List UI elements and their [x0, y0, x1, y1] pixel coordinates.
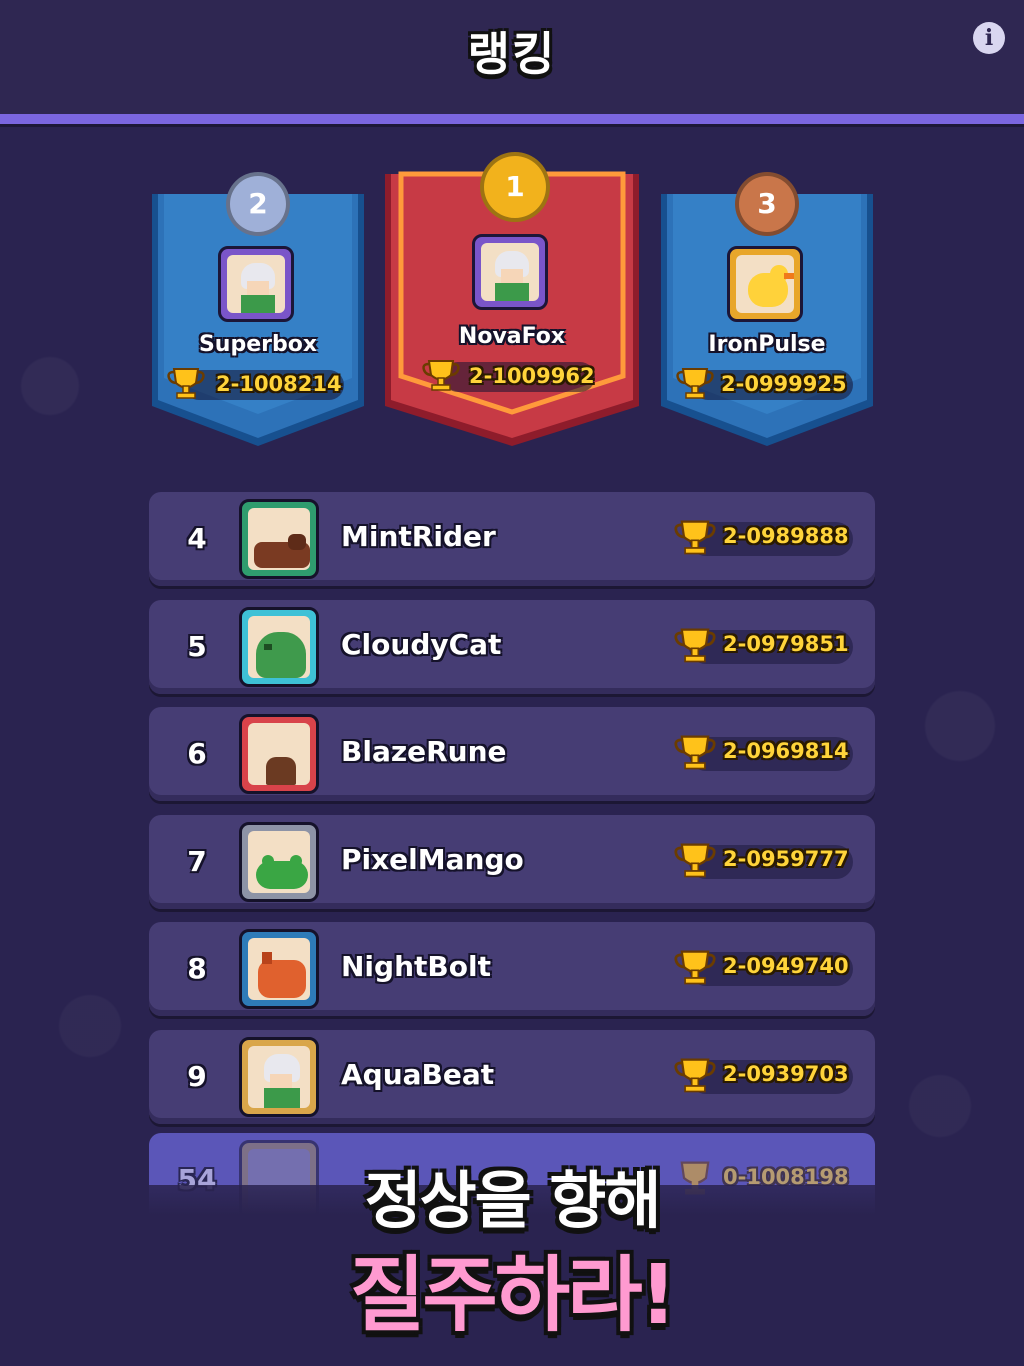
ranking-row[interactable]: 5 CloudyCat 2-0979851	[149, 600, 875, 694]
ranking-row[interactable]: 9 AquaBeat 2-0939703	[149, 1030, 875, 1124]
player-score: 2-1009962	[469, 364, 595, 388]
ranking-row[interactable]: 4 MintRider 2-0989888	[149, 492, 875, 586]
trophy-icon	[676, 368, 714, 399]
ranking-row[interactable]: 8 NightBolt 2-0949740	[149, 922, 875, 1016]
avatar-frame	[218, 246, 294, 322]
promo-line-1: 정상을 향해	[364, 1164, 662, 1237]
avatar-frame	[239, 499, 319, 579]
info-icon[interactable]: i	[973, 22, 1005, 54]
player-name: IronPulse	[708, 332, 826, 357]
silver-medal-icon: 2	[226, 172, 290, 236]
trophy-icon	[674, 520, 716, 555]
player-name: BlazeRune	[341, 735, 507, 768]
ranking-row[interactable]: 6 BlazeRune 2-0969814	[149, 707, 875, 801]
trophy-icon	[674, 1058, 716, 1093]
header-divider	[0, 114, 1024, 127]
player-name: NightBolt	[341, 950, 491, 983]
avatar-frame	[239, 607, 319, 687]
podium-first[interactable]: 1 NovaFox 2-1009962	[383, 152, 641, 448]
rank-number: 9	[187, 1060, 207, 1093]
top-bar: 랭킹 i	[0, 0, 1024, 114]
page-title: 랭킹	[467, 27, 557, 81]
player-score: 2-1008214	[216, 372, 342, 396]
player-name: NovaFox	[458, 324, 566, 349]
trophy-icon	[674, 628, 716, 663]
player-score: 2-0959777	[723, 847, 849, 871]
white-haired-archer-avatar	[481, 243, 539, 301]
player-score: 2-0999925	[721, 372, 847, 396]
rank-number: 8	[187, 952, 207, 985]
player-score: 2-0989888	[723, 524, 849, 548]
rank-number: 5	[187, 630, 207, 663]
player-name: AquaBeat	[341, 1058, 495, 1091]
rank-number: 6	[187, 737, 207, 770]
bronze-medal-icon: 3	[735, 172, 799, 236]
orange-boar-avatar	[248, 938, 310, 1000]
trophy-icon	[422, 360, 460, 391]
avatar-frame	[239, 714, 319, 794]
podium-third[interactable]: 3 IronPulse 2-0999925	[659, 172, 875, 448]
brown-bear-avatar	[248, 508, 310, 570]
podium-second[interactable]: 2 Superbox 2-1008214	[150, 172, 366, 448]
rank-number: 7	[187, 845, 207, 878]
trophy-icon	[674, 950, 716, 985]
avatar-frame	[239, 1037, 319, 1117]
player-score: 2-0979851	[723, 632, 849, 656]
yellow-chick-avatar	[736, 255, 794, 313]
player-name: CloudyCat	[341, 628, 502, 661]
green-slime-avatar	[248, 616, 310, 678]
player-score: 2-0939703	[723, 1062, 849, 1086]
green-frog-avatar	[248, 831, 310, 893]
player-score: 2-0949740	[723, 954, 849, 978]
white-haired-archer-avatar	[248, 1046, 310, 1108]
trophy-icon	[167, 368, 205, 399]
tree-stump-avatar	[248, 723, 310, 785]
player-name: PixelMango	[341, 843, 524, 876]
trophy-icon	[674, 843, 716, 878]
player-name: MintRider	[341, 520, 496, 553]
avatar-frame	[239, 929, 319, 1009]
avatar-frame	[472, 234, 548, 310]
white-haired-archer-avatar	[227, 255, 285, 313]
player-name: Superbox	[198, 332, 318, 357]
promo-line-2: 질주하라!	[349, 1248, 677, 1343]
trophy-icon	[674, 735, 716, 770]
player-score: 2-0969814	[723, 739, 849, 763]
gold-medal-icon: 1	[480, 152, 550, 222]
avatar-frame	[727, 246, 803, 322]
ranking-row[interactable]: 7 PixelMango 2-0959777	[149, 815, 875, 909]
avatar-frame	[239, 822, 319, 902]
rank-number: 4	[187, 522, 207, 555]
